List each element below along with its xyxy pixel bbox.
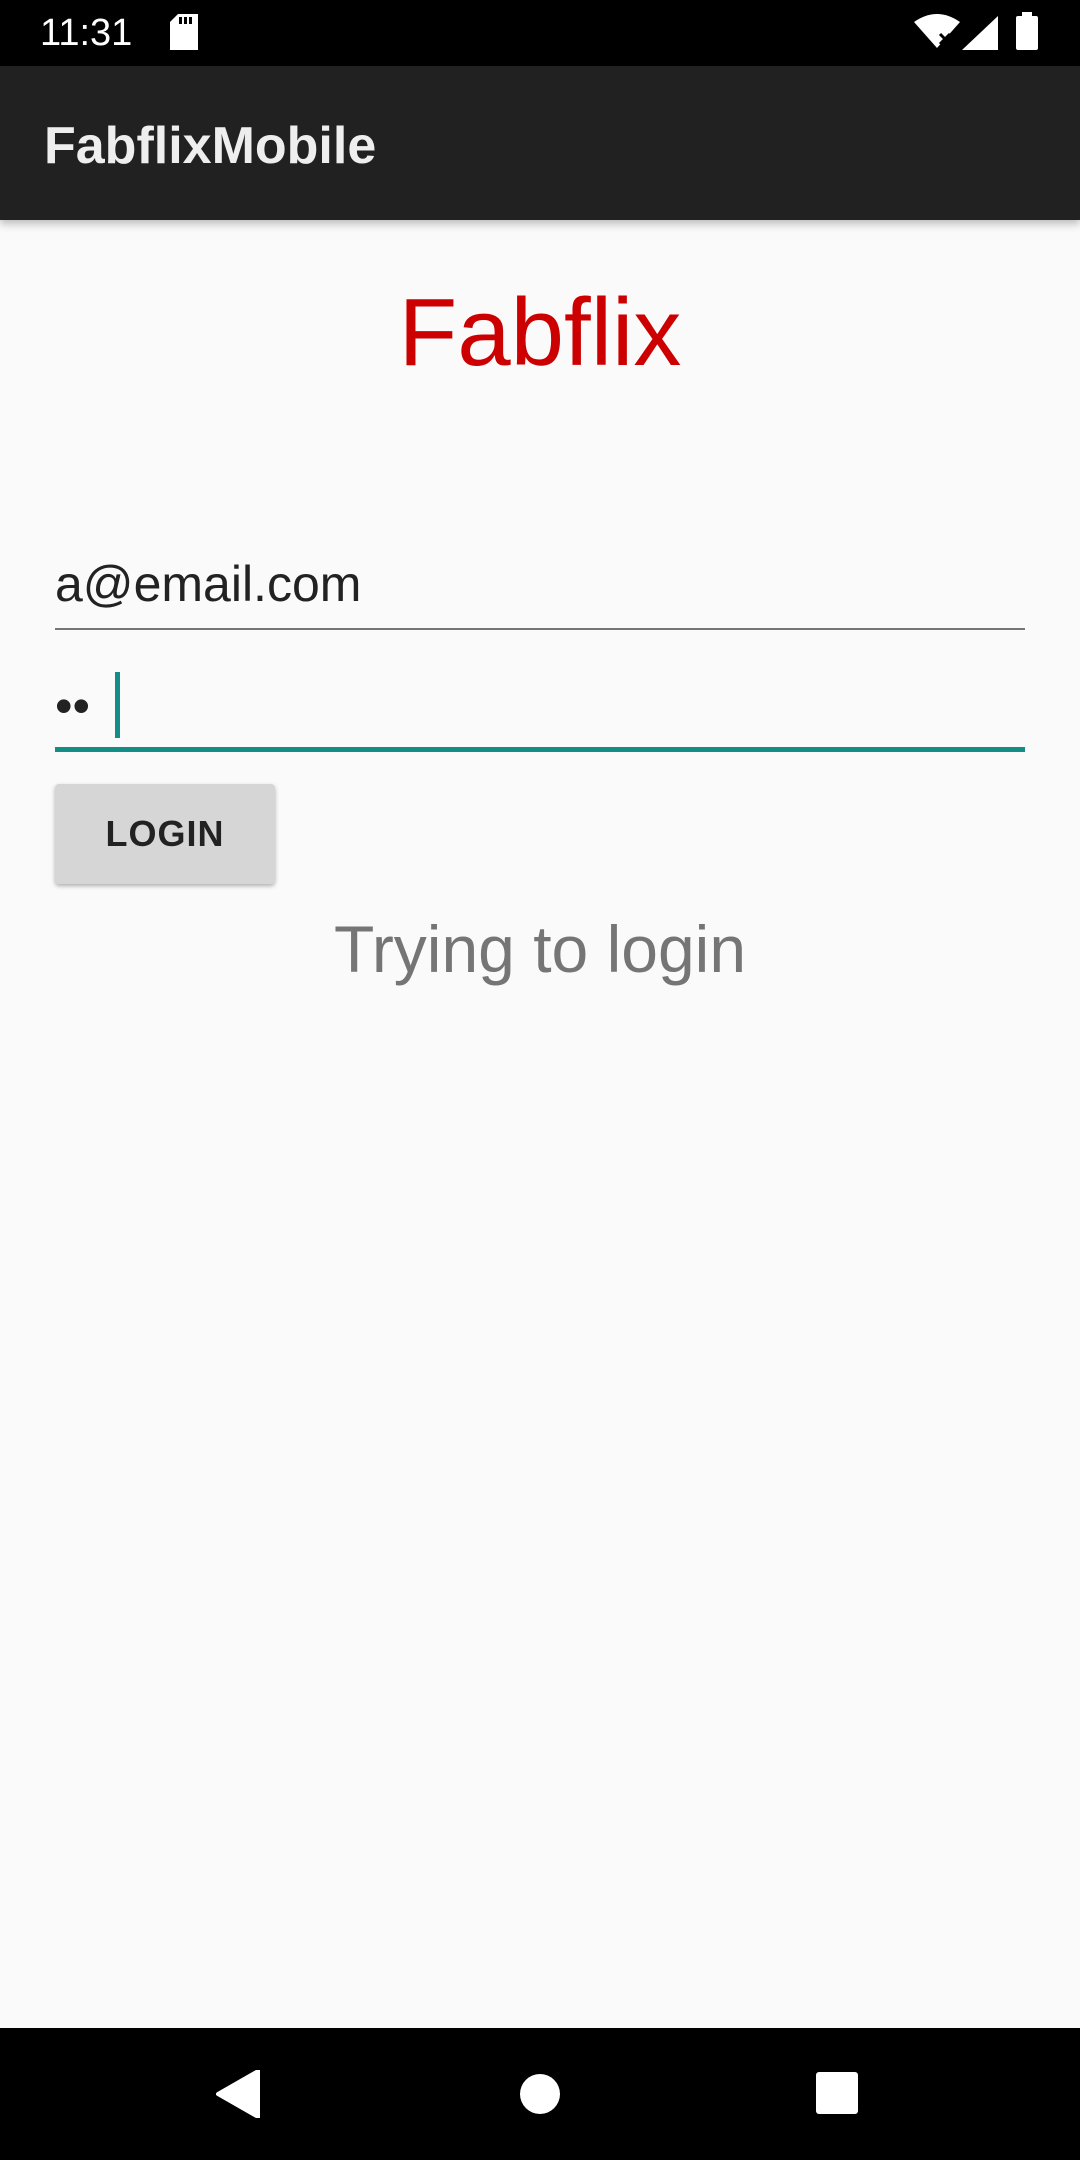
navigation-bar [0, 2028, 1080, 2160]
password-value: •• [55, 678, 91, 734]
password-underline [55, 747, 1025, 752]
signal-icon [962, 16, 998, 55]
wifi-icon [914, 14, 960, 55]
status-time: 11:31 [40, 12, 133, 54]
text-cursor [115, 672, 120, 738]
status-bar: 11:31 [0, 0, 1080, 66]
email-field[interactable]: a@email.com [55, 544, 1025, 630]
sd-card-icon [170, 14, 198, 55]
email-value: a@email.com [55, 556, 362, 612]
app-title: FabflixMobile [44, 117, 377, 175]
brand-title: Fabflix [398, 279, 682, 386]
app-bar: FabflixMobile [0, 66, 1080, 220]
recents-icon[interactable] [816, 2072, 858, 2119]
back-icon[interactable] [216, 2068, 262, 2123]
email-underline [55, 628, 1025, 630]
login-button[interactable]: LOGIN [55, 784, 275, 884]
battery-icon [1016, 12, 1038, 55]
home-icon[interactable] [520, 2074, 560, 2119]
password-field[interactable]: •• [55, 666, 1025, 752]
status-message: Trying to login [333, 912, 747, 986]
